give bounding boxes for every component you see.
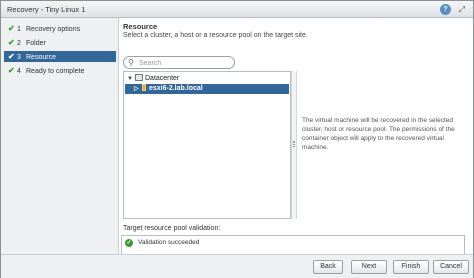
check-icon: ✔ [8,24,15,33]
next-button[interactable]: Next [351,260,387,274]
search-input[interactable] [139,58,231,68]
step-label: Recovery options [26,26,81,33]
step-number: 4 [17,68,21,75]
success-check-icon: ✓ [125,239,133,247]
tree-node-label: esxi6-2.lab.local [149,85,203,92]
step-label: Folder [26,40,46,47]
page-title: Resource [123,22,158,31]
validation-status: Validation succeeded [138,239,200,246]
search-icon: ⚲ [128,58,134,67]
info-text: The virtual machine will be recovered in… [302,117,455,151]
check-icon: ✔ [8,52,15,61]
page-subtitle: Select a cluster, a host or a resource p… [123,32,308,39]
expand-down-icon[interactable]: ▼ [127,74,135,84]
back-button[interactable]: Back [313,260,343,274]
tree-node-label: Datacenter [145,75,180,82]
step-label: Resource [26,54,56,61]
cancel-button[interactable]: Cancel [433,260,469,274]
tree-node-host[interactable]: ▷ esxi6-2.lab.local [125,84,289,94]
resource-tree[interactable]: ▼ Datacenter ▷ esxi6-2.lab.local [123,71,291,219]
validation-label: Target resource pool validation: [123,225,221,232]
step-number: 1 [17,26,21,33]
help-icon[interactable]: ? [440,4,451,15]
tree-node-datacenter[interactable]: ▼ Datacenter [127,74,179,84]
step-number: 2 [17,40,21,47]
splitter-grip-icon [293,141,295,147]
check-icon: ✔ [8,38,15,47]
check-icon: ✔ [8,66,15,75]
dialog-footer: Back Next Finish Cancel [1,254,473,278]
step-ready-to-complete[interactable]: ✔ 4 Ready to complete [4,65,116,76]
step-resource[interactable]: ✔ 3 Resource [4,51,116,62]
step-label: Ready to complete [26,68,85,75]
search-box[interactable]: ⚲ [123,56,235,69]
wizard-steps: ✔ 1 Recovery options ✔ 2 Folder ✔ 3 Resource ✔… [1,18,119,254]
title-bar: Recovery - Tiny Linux 1 ? ⤢ [1,1,473,18]
pane-splitter[interactable] [291,71,297,219]
host-icon [142,84,146,91]
recovery-dialog: Recovery - Tiny Linux 1 ? ⤢ ✔ 1 Recovery o… [0,0,474,278]
datacenter-icon [135,74,143,81]
finish-button[interactable]: Finish [393,260,429,274]
step-number: 3 [17,54,21,61]
step-recovery-options[interactable]: ✔ 1 Recovery options [4,23,116,34]
expand-right-icon[interactable]: ▷ [134,84,142,94]
main-panel: Resource Select a cluster, a host or a r… [119,18,473,265]
step-folder[interactable]: ✔ 2 Folder [4,37,116,48]
dialog-title: Recovery - Tiny Linux 1 [7,5,86,14]
expand-icon[interactable]: ⤢ [459,5,465,14]
